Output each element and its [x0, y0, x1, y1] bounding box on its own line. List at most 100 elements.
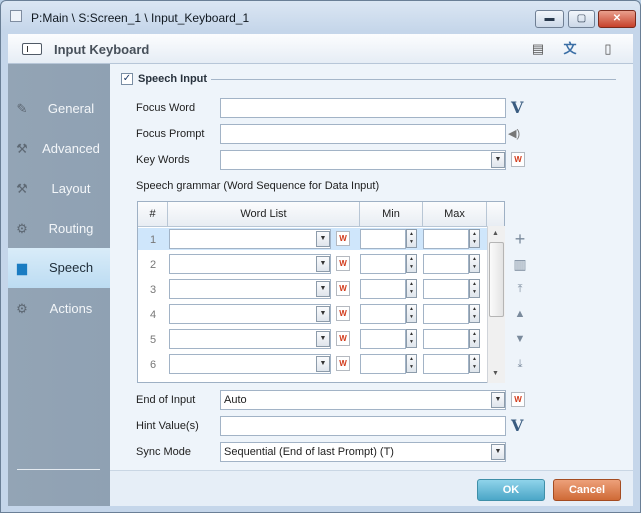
ok-button[interactable]: OK	[477, 479, 545, 501]
word-list-input[interactable]	[169, 279, 331, 299]
sidebar-item-advanced[interactable]: ⚒ Advanced	[8, 129, 110, 169]
table-scrollbar[interactable]: ▲ ▼	[487, 226, 505, 383]
min-stepper[interactable]: ▲ ▼	[406, 279, 417, 298]
print-icon[interactable]: ▤	[529, 40, 547, 58]
min-stepper[interactable]: ▲ ▼	[406, 254, 417, 273]
word-list-input[interactable]	[169, 229, 331, 249]
move-top-icon[interactable]: ⤒	[512, 281, 528, 297]
chevron-down-icon[interactable]: ▼	[491, 392, 505, 408]
move-down-icon[interactable]: ▼	[512, 331, 528, 347]
move-bottom-icon[interactable]: ⤓	[512, 356, 528, 372]
chevron-down-icon[interactable]: ▼	[316, 256, 330, 272]
min-stepper[interactable]: ▲ ▼	[406, 354, 417, 373]
word-editor-button[interactable]: W	[336, 256, 350, 271]
end-of-input-label: End of Input	[136, 394, 196, 406]
focus-prompt-input[interactable]	[220, 124, 506, 144]
cancel-button[interactable]: Cancel	[553, 479, 621, 501]
dialog-title: Input Keyboard	[54, 42, 150, 57]
max-input[interactable]	[423, 279, 469, 299]
window-icon	[10, 10, 22, 22]
speaker-icon[interactable]: ◀)	[508, 127, 520, 140]
scroll-thumb[interactable]	[489, 242, 504, 317]
focus-word-input[interactable]	[220, 98, 506, 118]
close-button[interactable]: ✕	[598, 10, 636, 28]
sidebar-item-layout[interactable]: ⚒ Layout	[8, 169, 110, 209]
min-stepper[interactable]: ▲ ▼	[406, 329, 417, 348]
sidebar-divider	[17, 469, 100, 470]
word-editor-button[interactable]: W	[336, 281, 350, 296]
word-editor-button[interactable]: W	[336, 356, 350, 371]
min-stepper[interactable]: ▲ ▼	[406, 304, 417, 323]
word-editor-button[interactable]: W	[511, 392, 525, 407]
min-input[interactable]	[360, 279, 406, 299]
word-editor-button[interactable]: W	[336, 331, 350, 346]
dialog-header: Input Keyboard ▤ 文 ▯	[8, 34, 633, 64]
maximize-button[interactable]: ▢	[568, 10, 595, 28]
variable-v-button[interactable]: V	[511, 98, 523, 117]
word-list-input[interactable]	[169, 329, 331, 349]
max-input[interactable]	[423, 354, 469, 374]
add-row-icon[interactable]: +	[512, 230, 528, 248]
sidebar-item-label: Speech	[48, 260, 94, 275]
chevron-down-icon[interactable]: ▼	[316, 306, 330, 322]
min-input[interactable]	[360, 229, 406, 249]
max-stepper[interactable]: ▲ ▼	[469, 304, 480, 323]
chevron-down-icon[interactable]: ▼	[316, 281, 330, 297]
sidebar-item-routing[interactable]: ⚙ Routing	[8, 209, 110, 249]
word-editor-button[interactable]: W	[336, 231, 350, 246]
sidebar: ✎ General ⚒ Advanced ⚒ Layout ⚙ Routing …	[8, 64, 110, 506]
max-stepper[interactable]: ▲ ▼	[469, 254, 480, 273]
column-header-min: Min	[360, 202, 423, 227]
sync-mode-select[interactable]: Sequential (End of last Prompt) (T)	[220, 442, 506, 462]
move-up-icon[interactable]: ▲	[512, 306, 528, 322]
max-stepper[interactable]: ▲ ▼	[469, 329, 480, 348]
word-list-input[interactable]	[169, 304, 331, 324]
min-input[interactable]	[360, 304, 406, 324]
sidebar-item-general[interactable]: ✎ General	[8, 89, 110, 129]
scroll-down-icon[interactable]: ▼	[492, 370, 499, 377]
max-stepper[interactable]: ▲ ▼	[469, 229, 480, 248]
sidebar-item-label: Routing	[48, 221, 94, 236]
sidebar-item-label: Actions	[49, 301, 93, 316]
key-words-input[interactable]	[220, 150, 506, 170]
dialog-window: P:Main \ S:Screen_1 \ Input_Keyboard_1 ▬…	[0, 0, 641, 513]
chevron-down-icon[interactable]: ▼	[316, 331, 330, 347]
min-input[interactable]	[360, 329, 406, 349]
row-number: 2	[149, 259, 157, 271]
word-editor-button[interactable]: W	[511, 152, 525, 167]
minimize-button[interactable]: ▬	[535, 10, 564, 28]
focus-word-label: Focus Word	[136, 102, 196, 114]
max-stepper[interactable]: ▲ ▼	[469, 279, 480, 298]
word-list-input[interactable]	[169, 254, 331, 274]
row-number: 6	[149, 359, 157, 371]
gear-icon: ⚙	[16, 221, 28, 236]
variable-v-button[interactable]: V	[511, 416, 523, 435]
row-number: 4	[149, 309, 157, 321]
title-bar: P:Main \ S:Screen_1 \ Input_Keyboard_1 ▬…	[1, 1, 640, 34]
scroll-up-icon[interactable]: ▲	[492, 230, 499, 237]
chevron-down-icon[interactable]: ▼	[316, 356, 330, 372]
actions-icon: ⚙	[16, 301, 28, 316]
word-editor-button[interactable]: W	[336, 306, 350, 321]
sidebar-item-actions[interactable]: ⚙ Actions	[8, 289, 110, 329]
clipboard-icon[interactable]: ▯	[599, 40, 617, 58]
chevron-down-icon[interactable]: ▼	[491, 444, 505, 460]
max-input[interactable]	[423, 254, 469, 274]
max-input[interactable]	[423, 329, 469, 349]
hint-values-input[interactable]	[220, 416, 506, 436]
trash-icon[interactable]: ▥	[512, 256, 528, 272]
min-input[interactable]	[360, 354, 406, 374]
speech-grammar-label: Speech grammar (Word Sequence for Data I…	[136, 180, 380, 192]
max-input[interactable]	[423, 304, 469, 324]
max-stepper[interactable]: ▲ ▼	[469, 354, 480, 373]
speech-input-checkbox[interactable]: ✓	[121, 73, 133, 85]
sidebar-item-speech[interactable]: ▆ Speech	[8, 248, 110, 288]
end-of-input-select[interactable]: Auto	[220, 390, 506, 410]
chevron-down-icon[interactable]: ▼	[316, 231, 330, 247]
min-input[interactable]	[360, 254, 406, 274]
max-input[interactable]	[423, 229, 469, 249]
chevron-down-icon[interactable]: ▼	[491, 152, 505, 168]
word-list-input[interactable]	[169, 354, 331, 374]
min-stepper[interactable]: ▲ ▼	[406, 229, 417, 248]
translate-icon[interactable]: 文	[561, 40, 579, 58]
